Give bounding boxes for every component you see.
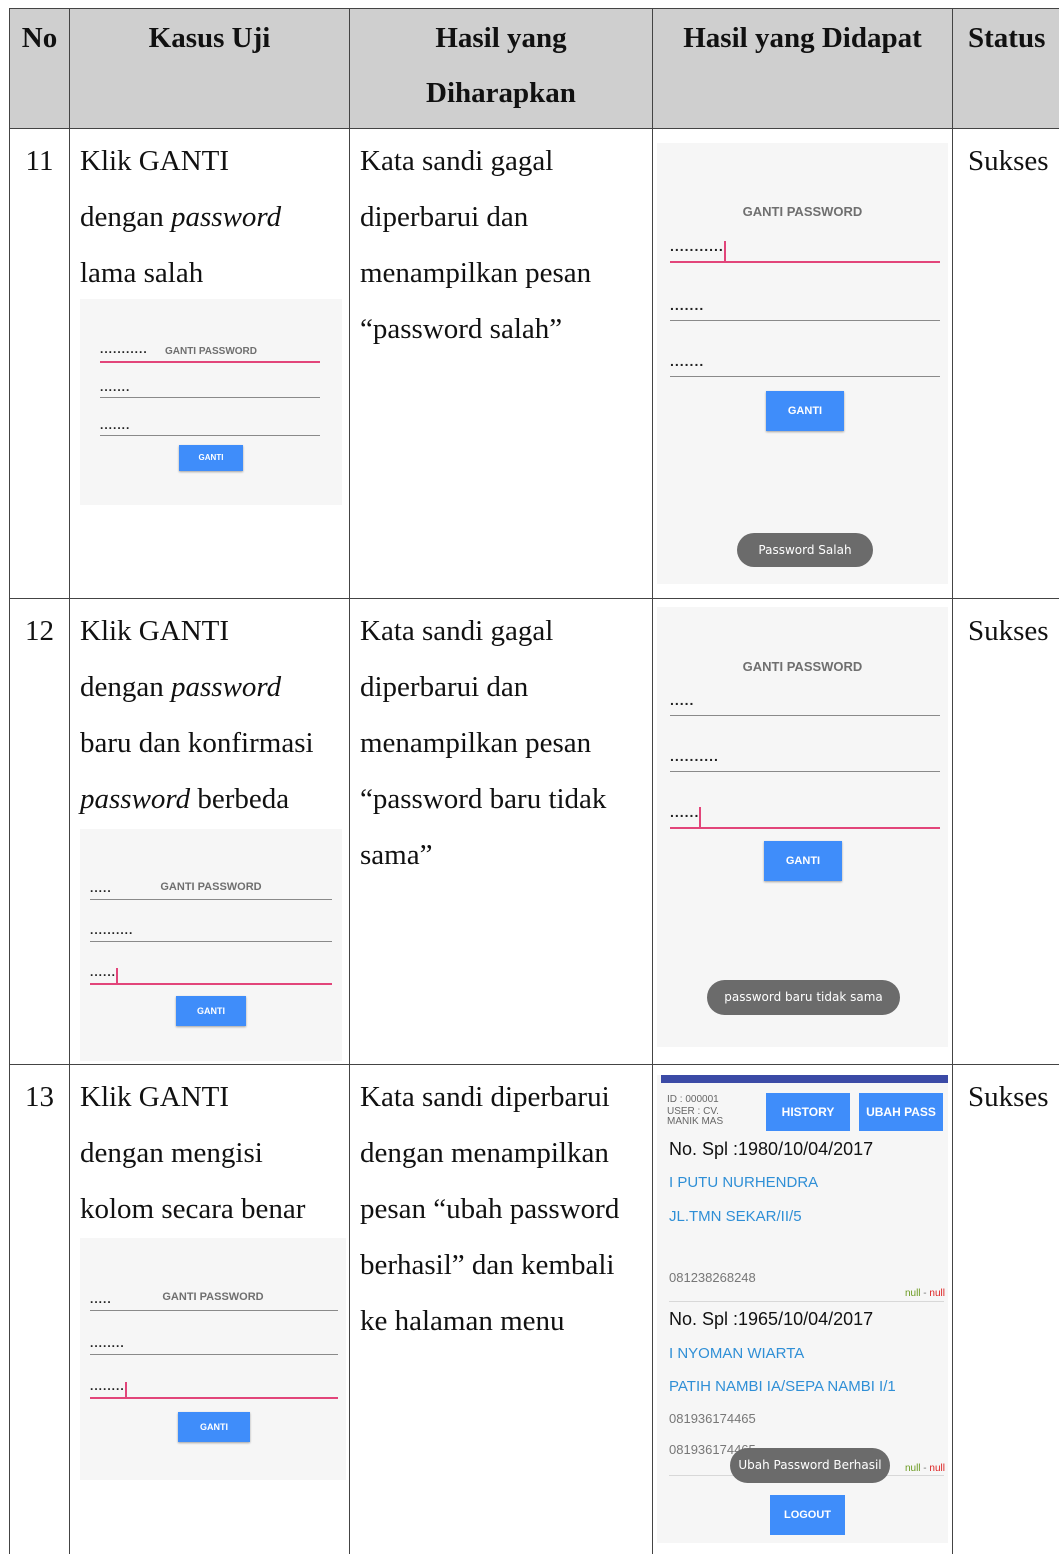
expected-line: berhasil” dan kembali: [360, 1249, 615, 1281]
row-13-case: Klik GANTI dengan mengisi kolom secara b…: [69, 1064, 349, 1554]
case-line: baru dan konfirmasi: [80, 727, 314, 759]
case-line: Klik GANTI: [80, 615, 230, 647]
ganti-button[interactable]: GANTI: [176, 996, 246, 1026]
confirm-password-field[interactable]: ......: [670, 797, 940, 829]
small-change-password-screenshot: GANTI PASSWORD ..... .......... ...... G…: [80, 829, 342, 1061]
old-password-field[interactable]: ...........: [100, 339, 320, 363]
row-13-actual: ID : 000001 USER : CV. MANIK MAS HISTORY…: [652, 1064, 952, 1554]
change-password-screenshot: GANTI PASSWORD ........... ....... .....…: [657, 143, 948, 584]
expected-line: ke halaman menu: [360, 1305, 565, 1337]
small-change-password-screenshot: GANTI PASSWORD ..... ........ ........ G…: [80, 1238, 346, 1480]
row-11-expected: Kata sandi gagal diperbarui dan menampil…: [349, 128, 652, 598]
case-line: dengan password: [80, 201, 282, 233]
old-password-field[interactable]: ...........: [670, 231, 940, 263]
row-11-case: Klik GANTI dengan password lama salah GA…: [69, 128, 349, 598]
ganti-button[interactable]: GANTI: [178, 1412, 250, 1442]
screen-title: GANTI PASSWORD: [742, 659, 863, 674]
expected-line: diperbarui dan: [360, 671, 529, 703]
text-caret: [124, 1382, 127, 1397]
ubah-pass-button[interactable]: UBAH PASS: [859, 1093, 943, 1131]
case-line: Klik GANTI: [80, 1081, 230, 1113]
new-password-field[interactable]: ..........: [90, 919, 332, 942]
header-expected-line1: Hasil yang: [435, 22, 567, 54]
row-12-case: Klik GANTI dengan password baru dan konf…: [69, 598, 349, 1064]
toast-message: Ubah Password Berhasil: [730, 1448, 890, 1483]
row-12-expected: Kata sandi gagal diperbarui dan menampil…: [349, 598, 652, 1064]
entry-1-address[interactable]: JL.TMN SEKAR/II/5: [669, 1208, 802, 1225]
entry-1-phone: 081238268248: [669, 1270, 756, 1285]
text-caret: [723, 241, 726, 261]
entry-1-spl: No. Spl :1980/10/04/2017: [669, 1139, 874, 1159]
entry-divider: [669, 1301, 944, 1302]
new-password-field[interactable]: ..........: [670, 741, 940, 772]
header-test-case: Kasus Uji: [69, 8, 349, 128]
toast-message: password baru tidak sama: [707, 980, 900, 1015]
screen-title: GANTI PASSWORD: [742, 204, 863, 219]
user-id: ID : 000001: [667, 1094, 719, 1105]
row-13-status: Sukses: [952, 1064, 1059, 1554]
expected-line: Kata sandi gagal: [360, 145, 554, 177]
expected-line: sama”: [360, 839, 433, 871]
expected-line: Kata sandi gagal: [360, 615, 554, 647]
row-13-no: 13: [9, 1064, 69, 1554]
new-password-field[interactable]: ........: [90, 1332, 338, 1355]
case-line: dengan mengisi: [80, 1137, 263, 1169]
old-password-field[interactable]: .....: [90, 1288, 338, 1311]
expected-line: Kata sandi diperbarui: [360, 1081, 610, 1113]
entry-2-address[interactable]: PATIH NAMBI IA/SEPA NAMBI I/1: [669, 1378, 896, 1395]
menu-screenshot: ID : 000001 USER : CV. MANIK MAS HISTORY…: [657, 1075, 948, 1543]
change-password-screenshot: GANTI PASSWORD ..... .......... ...... G…: [657, 607, 948, 1047]
text-caret: [116, 968, 119, 983]
ganti-button[interactable]: GANTI: [766, 391, 844, 431]
case-line: password berbeda: [80, 783, 290, 815]
entry-1-name[interactable]: I PUTU NURHENDRA: [669, 1174, 818, 1191]
confirm-password-field[interactable]: .......: [670, 346, 940, 377]
header-actual: Hasil yang Didapat: [652, 8, 952, 128]
case-line: Klik GANTI: [80, 145, 230, 177]
text-caret: [699, 807, 702, 827]
header-expected: Hasil yang Diharapkan: [349, 8, 652, 128]
row-11-no: 11: [9, 128, 69, 598]
header-status: Status: [952, 8, 1059, 128]
toast-message: Password Salah: [737, 533, 873, 567]
expected-line: “password baru tidak: [360, 783, 607, 815]
case-line: lama salah: [80, 257, 204, 289]
entry-2-phone: 081936174465: [669, 1411, 756, 1426]
new-password-field[interactable]: .......: [100, 377, 320, 398]
case-line: dengan password: [80, 671, 282, 703]
new-password-field[interactable]: .......: [670, 290, 940, 321]
expected-line: menampilkan pesan: [360, 727, 592, 759]
ganti-button[interactable]: GANTI: [179, 445, 243, 471]
row-12-actual: GANTI PASSWORD ..... .......... ...... G…: [652, 598, 952, 1064]
case-line: kolom secara benar: [80, 1193, 306, 1225]
row-13-expected: Kata sandi diperbarui dengan menampilkan…: [349, 1064, 652, 1554]
old-password-field[interactable]: .....: [670, 685, 940, 716]
row-11-actual: GANTI PASSWORD ........... ....... .....…: [652, 128, 952, 598]
user-name-line2: MANIK MAS: [667, 1116, 724, 1127]
small-change-password-screenshot: GANTI PASSWORD ........... ....... .....…: [80, 299, 342, 505]
history-button[interactable]: HISTORY: [766, 1093, 850, 1131]
confirm-password-field[interactable]: ........: [90, 1375, 338, 1399]
expected-line: menampilkan pesan: [360, 257, 592, 289]
header-no: No: [9, 8, 69, 128]
app-bar: [661, 1075, 948, 1083]
expected-line: pesan “ubah password: [360, 1193, 620, 1225]
expected-line: diperbarui dan: [360, 201, 529, 233]
expected-line: “password salah”: [360, 313, 563, 345]
entry-2-null-status: null - null: [904, 1463, 945, 1474]
confirm-password-field[interactable]: ......: [90, 961, 332, 985]
row-11-status: Sukses: [952, 128, 1059, 598]
logout-button[interactable]: LOGOUT: [770, 1495, 845, 1535]
entry-2-name[interactable]: I NYOMAN WIARTA: [669, 1345, 804, 1362]
entry-1-null-status: null - null: [904, 1288, 945, 1299]
old-password-field[interactable]: .....: [90, 877, 332, 900]
row-12-no: 12: [9, 598, 69, 1064]
expected-line: dengan menampilkan: [360, 1137, 609, 1169]
row-12-status: Sukses: [952, 598, 1059, 1064]
ganti-button[interactable]: GANTI: [764, 841, 842, 881]
confirm-password-field[interactable]: .......: [100, 415, 320, 436]
entry-2-spl: No. Spl :1965/10/04/2017: [669, 1309, 874, 1329]
header-expected-line2: Diharapkan: [426, 77, 576, 109]
